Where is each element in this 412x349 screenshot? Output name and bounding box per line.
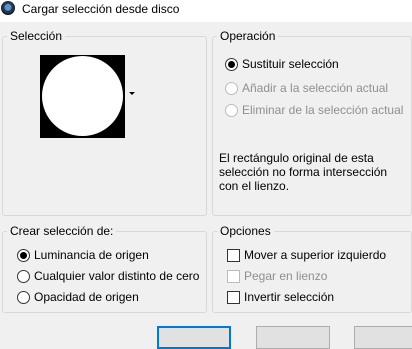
radio-sustituir-button[interactable]	[225, 57, 238, 71]
radio-cualquier[interactable]: Cualquier valor distinto de cero	[17, 269, 199, 283]
check-pegar-box[interactable]	[227, 269, 240, 283]
radio-opacidad-button[interactable]	[17, 290, 30, 304]
radio-luminancia-button[interactable]	[17, 248, 30, 262]
app-icon	[1, 1, 15, 15]
check-invertir-label: Invertir selección	[244, 290, 335, 304]
radio-opacidad[interactable]: Opacidad de origen	[17, 290, 139, 304]
radio-luminancia-label: Luminancia de origen	[34, 248, 149, 262]
check-mover-label: Mover a superior izquierdo	[244, 248, 387, 262]
help-button[interactable]	[354, 326, 412, 349]
check-pegar-label: Pegar en lienzo	[244, 269, 328, 283]
selection-shape	[42, 56, 123, 136]
check-mover[interactable]: Mover a superior izquierdo	[227, 248, 386, 262]
radio-anadir-button[interactable]	[225, 81, 238, 95]
crear-group: Crear selección de: Luminancia de origen…	[2, 224, 207, 313]
intersection-note: El rectángulo original de esta selección…	[219, 151, 388, 193]
crear-legend: Crear selección de:	[7, 224, 117, 238]
radio-opacidad-label: Opacidad de origen	[34, 290, 139, 304]
check-mover-box[interactable]	[227, 248, 240, 262]
radio-eliminar-button[interactable]	[225, 103, 238, 117]
cancel-button[interactable]	[256, 326, 330, 349]
seleccion-legend: Selección	[7, 29, 66, 43]
opciones-group: Opciones Mover a superior izquierdo Pega…	[212, 224, 412, 313]
opciones-legend: Opciones	[217, 224, 274, 238]
radio-eliminar[interactable]: Eliminar de la selección actual	[225, 103, 403, 117]
radio-cualquier-label: Cualquier valor distinto de cero	[34, 269, 200, 283]
seleccion-group: Selección	[2, 29, 207, 216]
operacion-legend: Operación	[217, 29, 279, 43]
check-pegar[interactable]: Pegar en lienzo	[227, 269, 327, 283]
ok-button[interactable]	[157, 326, 231, 349]
radio-cualquier-button[interactable]	[17, 269, 30, 283]
radio-sustituir[interactable]: Sustituir selección	[225, 57, 339, 71]
check-invertir[interactable]: Invertir selección	[227, 290, 334, 304]
radio-eliminar-label: Eliminar de la selección actual	[242, 103, 404, 117]
radio-sustituir-label: Sustituir selección	[242, 57, 339, 71]
dropdown-arrow-icon[interactable]	[129, 92, 135, 95]
radio-anadir[interactable]: Añadir a la selección actual	[225, 81, 388, 95]
selection-preview[interactable]	[40, 55, 125, 138]
radio-anadir-label: Añadir a la selección actual	[242, 81, 389, 95]
radio-luminancia[interactable]: Luminancia de origen	[17, 248, 149, 262]
operacion-group: Operación Sustituir selección Añadir a l…	[212, 29, 412, 216]
check-invertir-box[interactable]	[227, 290, 240, 304]
title-bar: Cargar selección desde disco	[0, 0, 412, 22]
window-title: Cargar selección desde disco	[22, 2, 180, 16]
